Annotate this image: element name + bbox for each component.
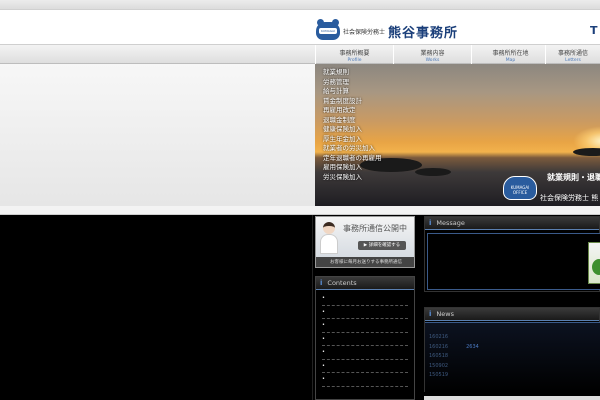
logo-title: 熊谷事務所 [388,25,459,41]
island-shape [415,168,451,176]
contents-list: • • • • • • • [316,290,414,387]
service-item[interactable]: 厚生年金加入 [323,135,382,145]
nav-label: 事務所所在地 [492,50,529,57]
page: KUMAGAI OFFICE 社会保険労務士 熊谷事務所 T 事務所概要 Pro… [0,0,600,400]
hero-tagline: 就業規則・退職 [547,173,600,182]
news-date: 150519 [429,372,449,378]
news-item[interactable]: 150519 [429,371,600,381]
island-shape [573,148,600,156]
site-header: KUMAGAI OFFICE 社会保険労務士 熊谷事務所 T [0,10,600,44]
bear-logo-icon: KUMAGAI OFFICE [316,19,340,40]
news-body: 160216 160216 2634 160518 150902 150519 [425,322,600,392]
nav-label: 事務所概要 [339,50,370,57]
leaf-icon [592,259,600,275]
banner-caption: お客様に毎月お送りする事務所通信 [316,257,414,267]
logo-subtitle: 社会保険労務士 [343,28,386,36]
nav-sublabel: Works [425,58,440,63]
news-item[interactable]: 160518 [429,352,600,362]
bottom-panel-edge [424,396,600,400]
service-item[interactable]: 就業規則 [323,68,382,78]
news-item[interactable]: 150902 [429,362,600,372]
contents-item[interactable]: • [322,319,408,333]
news-date: 160216 [429,343,449,350]
news-date: 160216 [429,334,449,340]
news-header: i News [425,308,599,321]
service-item[interactable]: 健康保険加入 [323,125,382,135]
service-item[interactable]: 労務管理 [323,78,382,88]
nav-sublabel: Profile [347,58,362,63]
service-item[interactable]: 給与計算 [323,87,382,97]
news-panel: i News 160216 160216 2634 160518 150902 1… [424,307,600,392]
header-right-text: T [590,24,598,37]
hero-divider [0,206,600,215]
message-title: Message [436,219,465,227]
nav-label: 事務所通信 [557,50,588,57]
contents-header: i Contents [316,277,414,290]
contents-item[interactable]: • [322,306,408,319]
message-panel: i Message [424,216,600,292]
message-header: i Message [425,217,599,230]
news-title: News [436,310,454,318]
message-body [427,233,600,290]
banner-title: 事務所通信公開中 [343,224,407,233]
info-icon: i [429,310,432,318]
news-date: 160518 [429,353,449,359]
nav-sublabel: Map [505,58,516,63]
nav-label: 業務内容 [420,50,445,57]
newsletter-banner[interactable]: 事務所通信公開中 ▶ 詳細を確認する お客様に毎月お送りする事務所通信 [315,216,415,268]
site-logo[interactable]: KUMAGAI OFFICE 社会保険労務士 熊谷事務所 [316,17,458,45]
main-content-area [0,215,313,400]
hero-subtagline: 社会保険労務士 熊 [540,194,599,202]
service-item[interactable]: 就業者の労災加入 [323,144,382,154]
service-item[interactable]: 賃金制度設計 [323,97,382,107]
news-date: 150902 [429,362,449,369]
service-item[interactable]: 定年退職者の再雇用 [323,154,382,164]
hero-image: 就業規則 労務管理 給与計算 賃金制度設計 再雇用改定 退職金制度 健康保険加入… [315,64,600,206]
banner-detail-button[interactable]: ▶ 詳細を確認する [358,241,406,250]
contents-item[interactable]: • [322,346,408,360]
nav-item-works[interactable]: 業務内容 Works [393,45,471,64]
nav-item-letters[interactable]: 事務所通信 Letters [545,45,600,64]
hero-left-panel [0,64,315,206]
nav-sublabel: Letters [565,58,581,63]
contents-panel: i Contents • • • • • • • [315,276,415,400]
info-icon: i [429,219,432,227]
contents-item[interactable]: • [322,333,408,346]
contents-title: Contents [327,279,357,287]
contents-item[interactable]: • [322,373,408,387]
contents-item[interactable]: • [322,292,408,306]
person-illustration [319,220,341,254]
message-thumbnail[interactable] [588,242,600,284]
main-nav: 事務所概要 Profile 業務内容 Works 事務所所在地 Map 事務所通… [0,44,600,64]
nav-item-map[interactable]: 事務所所在地 Map [471,45,549,64]
service-item[interactable]: 再雇用改定 [323,106,382,116]
bear-badge-icon: KUMAGAI OFFICE [503,176,537,200]
contents-item[interactable]: • [322,360,408,373]
top-bar [0,0,600,10]
nav-item-profile[interactable]: 事務所概要 Profile [315,45,393,64]
service-item[interactable]: 労災保険加入 [323,173,382,183]
news-item[interactable]: 160216 2634 [429,343,600,353]
service-item[interactable]: 退職金制度 [323,116,382,126]
news-list: 160216 160216 2634 160518 150902 150519 [425,323,600,381]
logo-badge-text: KUMAGAI OFFICE [319,28,337,34]
service-list: 就業規則 労務管理 給与計算 賃金制度設計 再雇用改定 退職金制度 健康保険加入… [323,68,382,182]
news-text: 2634 [466,343,479,350]
news-item[interactable]: 160216 [429,333,600,343]
hero-badge-text: KUMAGAI OFFICE [510,185,530,195]
info-icon: i [320,279,323,287]
service-item[interactable]: 雇用保険加入 [323,163,382,173]
